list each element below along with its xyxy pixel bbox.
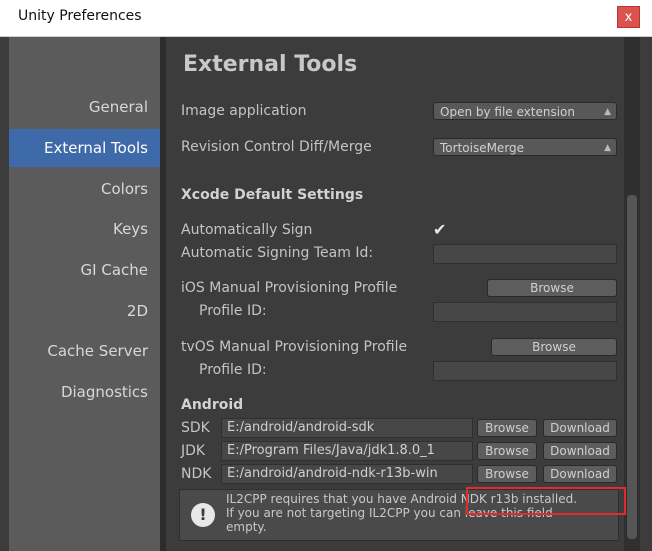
page-title: External Tools: [183, 52, 358, 77]
sidebar-item-general[interactable]: General: [9, 88, 160, 126]
info-icon: !: [191, 503, 215, 527]
team-id-field[interactable]: [433, 244, 617, 264]
image-application-value: Open by file extension: [440, 105, 575, 119]
ndk-label: NDK: [181, 466, 212, 482]
sidebar-item-external-tools[interactable]: External Tools: [9, 129, 160, 167]
tvos-profile-id-label: Profile ID:: [199, 362, 267, 378]
jdk-download-button[interactable]: Download: [543, 442, 617, 460]
jdk-path-field[interactable]: E:/Program Files/Java/jdk1.8.0_1: [221, 441, 473, 461]
image-application-dropdown[interactable]: Open by file extension ▲: [433, 102, 617, 120]
title-bar: Unity Preferences x: [0, 0, 652, 37]
ios-profile-id-label: Profile ID:: [199, 303, 267, 319]
revision-control-value: TortoiseMerge: [440, 141, 525, 155]
android-heading: Android: [181, 397, 244, 413]
xcode-heading: Xcode Default Settings: [181, 187, 364, 203]
sidebar: General External Tools Colors Keys GI Ca…: [9, 37, 160, 551]
tvos-browse-button[interactable]: Browse: [491, 338, 617, 356]
dropdown-arrow-icon: ▲: [604, 107, 611, 117]
ndk-download-button[interactable]: Download: [543, 465, 617, 483]
sidebar-item-colors[interactable]: Colors: [9, 170, 160, 208]
jdk-browse-button[interactable]: Browse: [477, 442, 537, 460]
ndk-path-field[interactable]: E:/android/android-ndk-r13b-win: [221, 464, 473, 484]
sidebar-item-keys[interactable]: Keys: [9, 210, 160, 248]
ios-browse-button[interactable]: Browse: [487, 279, 617, 297]
sidebar-item-diagnostics[interactable]: Diagnostics: [9, 373, 160, 411]
tvos-profile-label: tvOS Manual Provisioning Profile: [181, 339, 408, 355]
auto-sign-label: Automatically Sign: [181, 222, 313, 238]
ndk-browse-button[interactable]: Browse: [477, 465, 537, 483]
ios-profile-label: iOS Manual Provisioning Profile: [181, 280, 398, 296]
sdk-browse-button[interactable]: Browse: [477, 419, 537, 437]
dropdown-arrow-icon: ▲: [604, 143, 611, 153]
highlight-annotation: [466, 487, 626, 515]
help-line-3: empty.: [226, 520, 267, 534]
close-button[interactable]: x: [617, 6, 640, 28]
revision-control-label: Revision Control Diff/Merge: [181, 139, 372, 155]
sdk-download-button[interactable]: Download: [543, 419, 617, 437]
revision-control-dropdown[interactable]: TortoiseMerge ▲: [433, 138, 617, 156]
jdk-label: JDK: [181, 443, 206, 459]
checkmark-icon: ✔: [433, 220, 447, 239]
team-id-label: Automatic Signing Team Id:: [181, 245, 374, 261]
sdk-label: SDK: [181, 420, 210, 436]
sidebar-item-gi-cache[interactable]: GI Cache: [9, 251, 160, 289]
image-application-label: Image application: [181, 103, 307, 119]
window-title: Unity Preferences: [18, 8, 142, 24]
sidebar-item-cache-server[interactable]: Cache Server: [9, 332, 160, 370]
tvos-profile-id-field[interactable]: [433, 361, 617, 381]
ios-profile-id-field[interactable]: [433, 302, 617, 322]
preferences-window: Unity Preferences x General External Too…: [0, 0, 652, 551]
sidebar-item-2d[interactable]: 2D: [9, 292, 160, 330]
sdk-path-field[interactable]: E:/android/android-sdk: [221, 418, 473, 438]
auto-sign-checkbox[interactable]: ✔: [433, 222, 449, 238]
scrollbar-thumb[interactable]: [627, 195, 637, 539]
